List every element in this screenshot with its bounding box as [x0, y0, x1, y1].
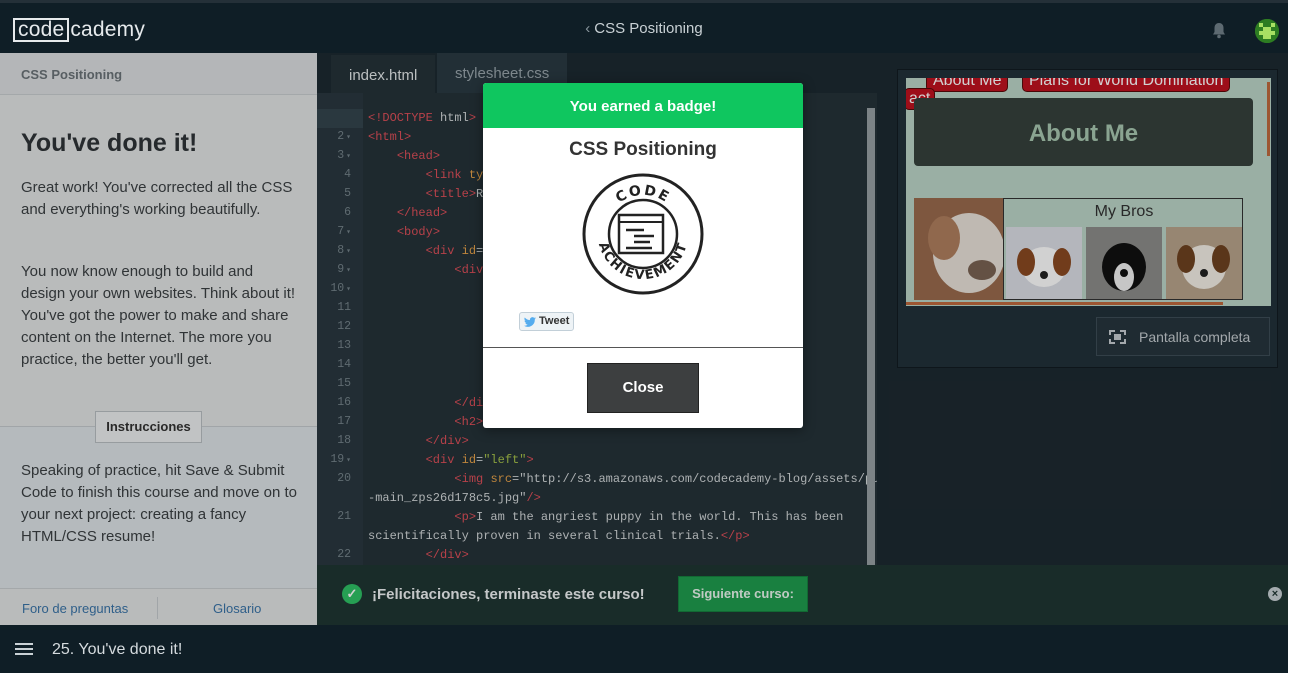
twitter-bird-icon — [524, 317, 536, 327]
badge-modal: You earned a badge! CSS Positioning CODE… — [483, 83, 803, 428]
course-title-link[interactable]: ‹ CSS Positioning — [0, 20, 1288, 37]
app: code cademy ‹ CSS Positioning CSS Position… — [0, 0, 1288, 673]
window-edge — [1288, 0, 1297, 673]
modal-separator — [483, 347, 803, 348]
tweet-button[interactable]: Tweet — [519, 312, 574, 331]
top-bar: code cademy ‹ CSS Positioning — [0, 0, 1288, 53]
chevron-left-icon: ‹ — [585, 20, 591, 37]
badge-title: CSS Positioning — [569, 139, 717, 160]
avatar[interactable] — [1255, 19, 1279, 43]
bottom-bar: 25. You've done it! — [0, 625, 1288, 673]
course-title: CSS Positioning — [594, 20, 703, 37]
lesson-number-label[interactable]: 25. You've done it! — [52, 641, 182, 659]
badge-emblem: CODE ACHIEVEMENT — [582, 173, 704, 295]
close-modal-button[interactable]: Close — [587, 363, 699, 413]
bell-icon[interactable] — [1211, 22, 1227, 39]
badge-earned-header: You earned a badge! — [483, 83, 803, 128]
menu-icon[interactable] — [15, 643, 33, 655]
tweet-label: Tweet — [539, 315, 570, 327]
